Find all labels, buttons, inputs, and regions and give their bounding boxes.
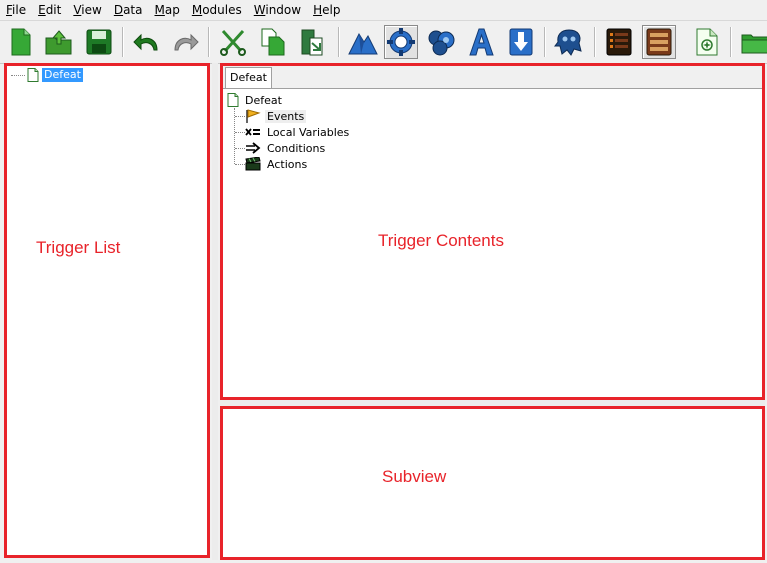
vertical-splitter[interactable] <box>212 63 218 560</box>
terrain-module-icon <box>348 32 378 55</box>
menu-view[interactable]: View <box>67 0 107 20</box>
menu-data[interactable]: Data <box>108 0 149 20</box>
open-button[interactable] <box>42 25 76 59</box>
tab-defeat[interactable]: Defeat <box>225 67 272 88</box>
tree-node-local-variables[interactable]: Local Variables <box>245 124 351 140</box>
tree-node-conditions-label: Conditions <box>267 141 326 155</box>
trigger-module-icon <box>387 28 415 56</box>
tree-connector <box>235 132 245 133</box>
open-folder-icon <box>45 30 72 55</box>
cutscene-module-icon <box>554 29 582 56</box>
condition-arrow-icon <box>246 142 261 154</box>
data-module-button[interactable] <box>424 25 458 59</box>
script-document-icon <box>696 28 718 56</box>
save-disk-icon <box>86 29 112 55</box>
cut-button[interactable] <box>216 25 250 59</box>
cutscene-module-button[interactable] <box>552 25 586 59</box>
tree-node-actions[interactable]: Actions <box>245 156 309 172</box>
menu-edit[interactable]: Edit <box>32 0 67 20</box>
copy-icon <box>261 28 285 56</box>
flag-icon <box>246 109 261 123</box>
toolbar <box>0 21 767 64</box>
list-module-button[interactable] <box>602 25 636 59</box>
menu-help[interactable]: Help <box>307 0 346 20</box>
list-module-alt-button[interactable] <box>642 25 676 59</box>
trigger-document-icon <box>227 93 239 107</box>
new-document-icon <box>11 28 31 56</box>
undo-button[interactable] <box>130 25 164 59</box>
paste-button[interactable] <box>296 25 330 59</box>
import-module-icon <box>509 28 533 56</box>
text-module-icon <box>469 28 494 56</box>
tree-node-root[interactable]: Defeat <box>227 92 284 108</box>
annotation-trigger-list: Trigger List <box>36 238 121 257</box>
annotation-trigger-contents: Trigger Contents <box>378 231 504 250</box>
tree-node-root-label: Defeat <box>245 93 282 107</box>
new-button[interactable] <box>4 25 38 59</box>
folder-icon <box>741 34 767 54</box>
tree-node-local-variables-label: Local Variables <box>267 125 350 139</box>
paste-icon <box>301 29 323 56</box>
trigger-list-item-label: Defeat <box>42 68 83 82</box>
redo-button[interactable] <box>168 25 202 59</box>
list-module-alt-icon <box>646 28 672 56</box>
trigger-list-item[interactable]: Defeat <box>11 68 83 82</box>
tree-node-conditions[interactable]: Conditions <box>245 140 327 156</box>
tree-node-events[interactable]: Events <box>245 108 307 124</box>
trigger-module-button[interactable] <box>384 25 418 59</box>
data-module-icon <box>428 30 455 56</box>
tree-connector <box>11 74 25 76</box>
folder-button[interactable] <box>738 25 767 59</box>
cut-scissors-icon <box>220 29 246 56</box>
copy-button[interactable] <box>256 25 290 59</box>
trigger-tab-strip: Defeat <box>223 66 762 89</box>
subview-pane[interactable] <box>220 406 765 560</box>
tree-node-actions-label: Actions <box>267 157 308 171</box>
tree-node-events-label: Events <box>265 109 307 123</box>
list-module-icon <box>606 28 632 56</box>
tree-connector <box>235 164 245 165</box>
undo-arrow-icon <box>133 33 158 51</box>
clapper-icon <box>245 157 261 171</box>
redo-arrow-icon <box>174 33 199 51</box>
annotation-subview: Subview <box>382 467 447 486</box>
menu-file[interactable]: File <box>0 0 32 20</box>
import-module-button[interactable] <box>504 25 538 59</box>
menu-modules[interactable]: Modules <box>186 0 248 20</box>
variable-icon <box>245 128 260 136</box>
trigger-list-pane[interactable]: Defeat <box>4 63 210 558</box>
tree-connector <box>235 148 245 149</box>
menu-window[interactable]: Window <box>248 0 307 20</box>
save-button[interactable] <box>82 25 116 59</box>
menu-bar: File Edit View Data Map Modules Window H… <box>0 0 767 21</box>
text-module-button[interactable] <box>464 25 498 59</box>
tree-connector <box>235 116 245 117</box>
trigger-document-icon <box>27 68 39 82</box>
script-button[interactable] <box>690 25 724 59</box>
terrain-module-button[interactable] <box>346 25 380 59</box>
menu-map[interactable]: Map <box>149 0 186 20</box>
